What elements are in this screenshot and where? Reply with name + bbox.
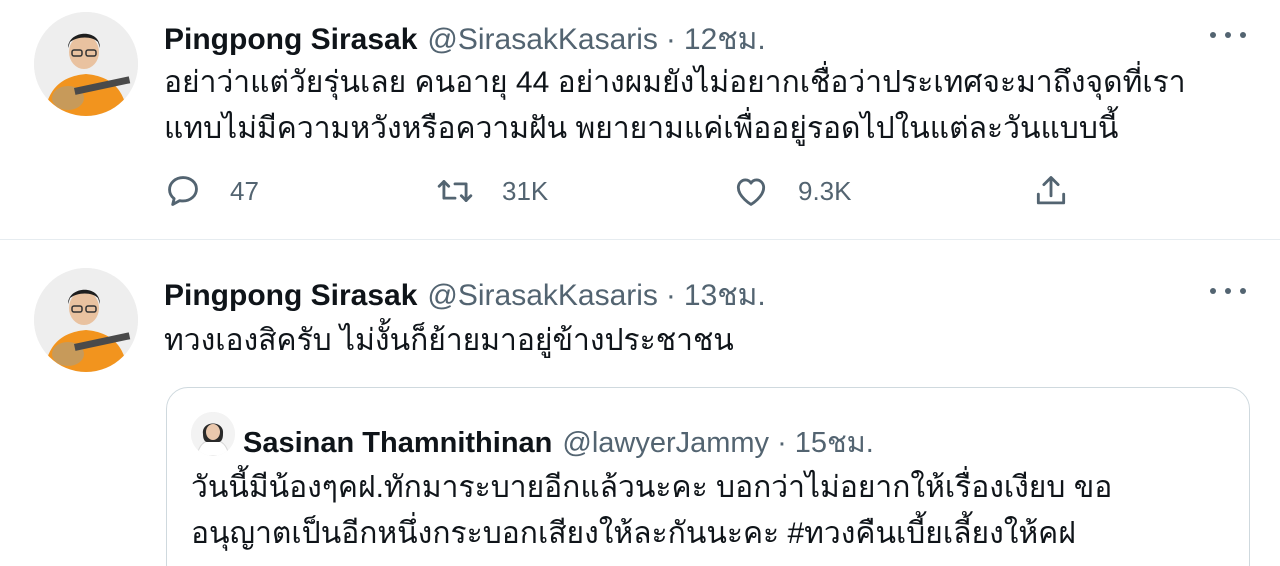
tweet-text-line: อย่าว่าแต่วัยรุ่นเลย คนอายุ 44 อย่างผมยั… xyxy=(164,66,1186,99)
tweet[interactable]: Pingpong Sirasak @SirasakKasaris · 13ชม.… xyxy=(0,241,1280,566)
reply-button[interactable]: 47 xyxy=(164,172,259,210)
avatar[interactable] xyxy=(34,12,138,116)
more-icon[interactable] xyxy=(1210,281,1246,301)
tweet-text-line: ทวงเองสิครับ ไม่งั้นก็ย้ายมาอยู่ข้างประช… xyxy=(164,324,734,357)
quoted-header: Sasinan Thamnithinan @lawyerJammy · 15ชม… xyxy=(243,419,874,465)
tweet-header: Pingpong Sirasak @SirasakKasaris · 13ชม. xyxy=(164,272,766,319)
reply-icon xyxy=(168,176,198,206)
retweet-button[interactable]: 31K xyxy=(436,172,548,210)
separator: · xyxy=(777,427,787,459)
separator: · xyxy=(665,23,676,56)
quoted-text-line: วันนี้มีน้องๆคฝ.ทักมาระบายอีกแล้วนะคะ บอ… xyxy=(191,471,1113,504)
share-icon xyxy=(1036,176,1066,205)
author-name[interactable]: Pingpong Sirasak xyxy=(164,279,417,313)
quoted-author-name[interactable]: Sasinan Thamnithinan xyxy=(243,427,552,460)
timestamp[interactable]: 12ชม. xyxy=(684,16,766,63)
tweet-text-line: แทบไม่มีความหวังหรือความฝัน พยายามแค่เพื… xyxy=(164,112,1119,145)
timestamp[interactable]: 13ชม. xyxy=(684,272,766,319)
author-handle[interactable]: @SirasakKasaris xyxy=(427,23,658,57)
retweet-count: 31K xyxy=(502,175,549,206)
quoted-avatar[interactable] xyxy=(191,412,235,456)
quoted-tweet[interactable]: Sasinan Thamnithinan @lawyerJammy · 15ชม… xyxy=(166,387,1250,566)
author-handle[interactable]: @SirasakKasaris xyxy=(427,279,658,313)
tweet-header: Pingpong Sirasak @SirasakKasaris · 12ชม. xyxy=(164,16,766,63)
like-button[interactable]: 9.3K xyxy=(732,172,852,210)
separator: · xyxy=(665,279,676,312)
reply-count: 47 xyxy=(230,175,259,206)
quoted-text-line: อนุญาตเป็นอีกหนึ่งกระบอกเสียงให้ละกันนะค… xyxy=(191,517,1076,550)
quoted-text: วันนี้มีน้องๆคฝ.ทักมาระบายอีกแล้วนะคะ บอ… xyxy=(191,465,1231,557)
retweet-icon xyxy=(437,180,473,202)
author-name[interactable]: Pingpong Sirasak xyxy=(164,23,417,57)
avatar[interactable] xyxy=(34,268,138,372)
more-icon[interactable] xyxy=(1210,25,1246,45)
share-button[interactable] xyxy=(1032,172,1070,210)
tweet-text: ทวงเองสิครับ ไม่งั้นก็ย้ายมาอยู่ข้างประช… xyxy=(164,318,1244,364)
tweet-text: อย่าว่าแต่วัยรุ่นเลย คนอายุ 44 อย่างผมยั… xyxy=(164,60,1244,152)
tweet[interactable]: Pingpong Sirasak @SirasakKasaris · 12ชม.… xyxy=(0,0,1280,240)
like-icon xyxy=(736,178,766,206)
like-count: 9.3K xyxy=(798,175,852,206)
quoted-timestamp[interactable]: 15ชม. xyxy=(795,419,874,465)
tweet-actions: 47 31K 9.3K xyxy=(164,172,1084,216)
quoted-author-handle[interactable]: @lawyerJammy xyxy=(562,427,769,460)
